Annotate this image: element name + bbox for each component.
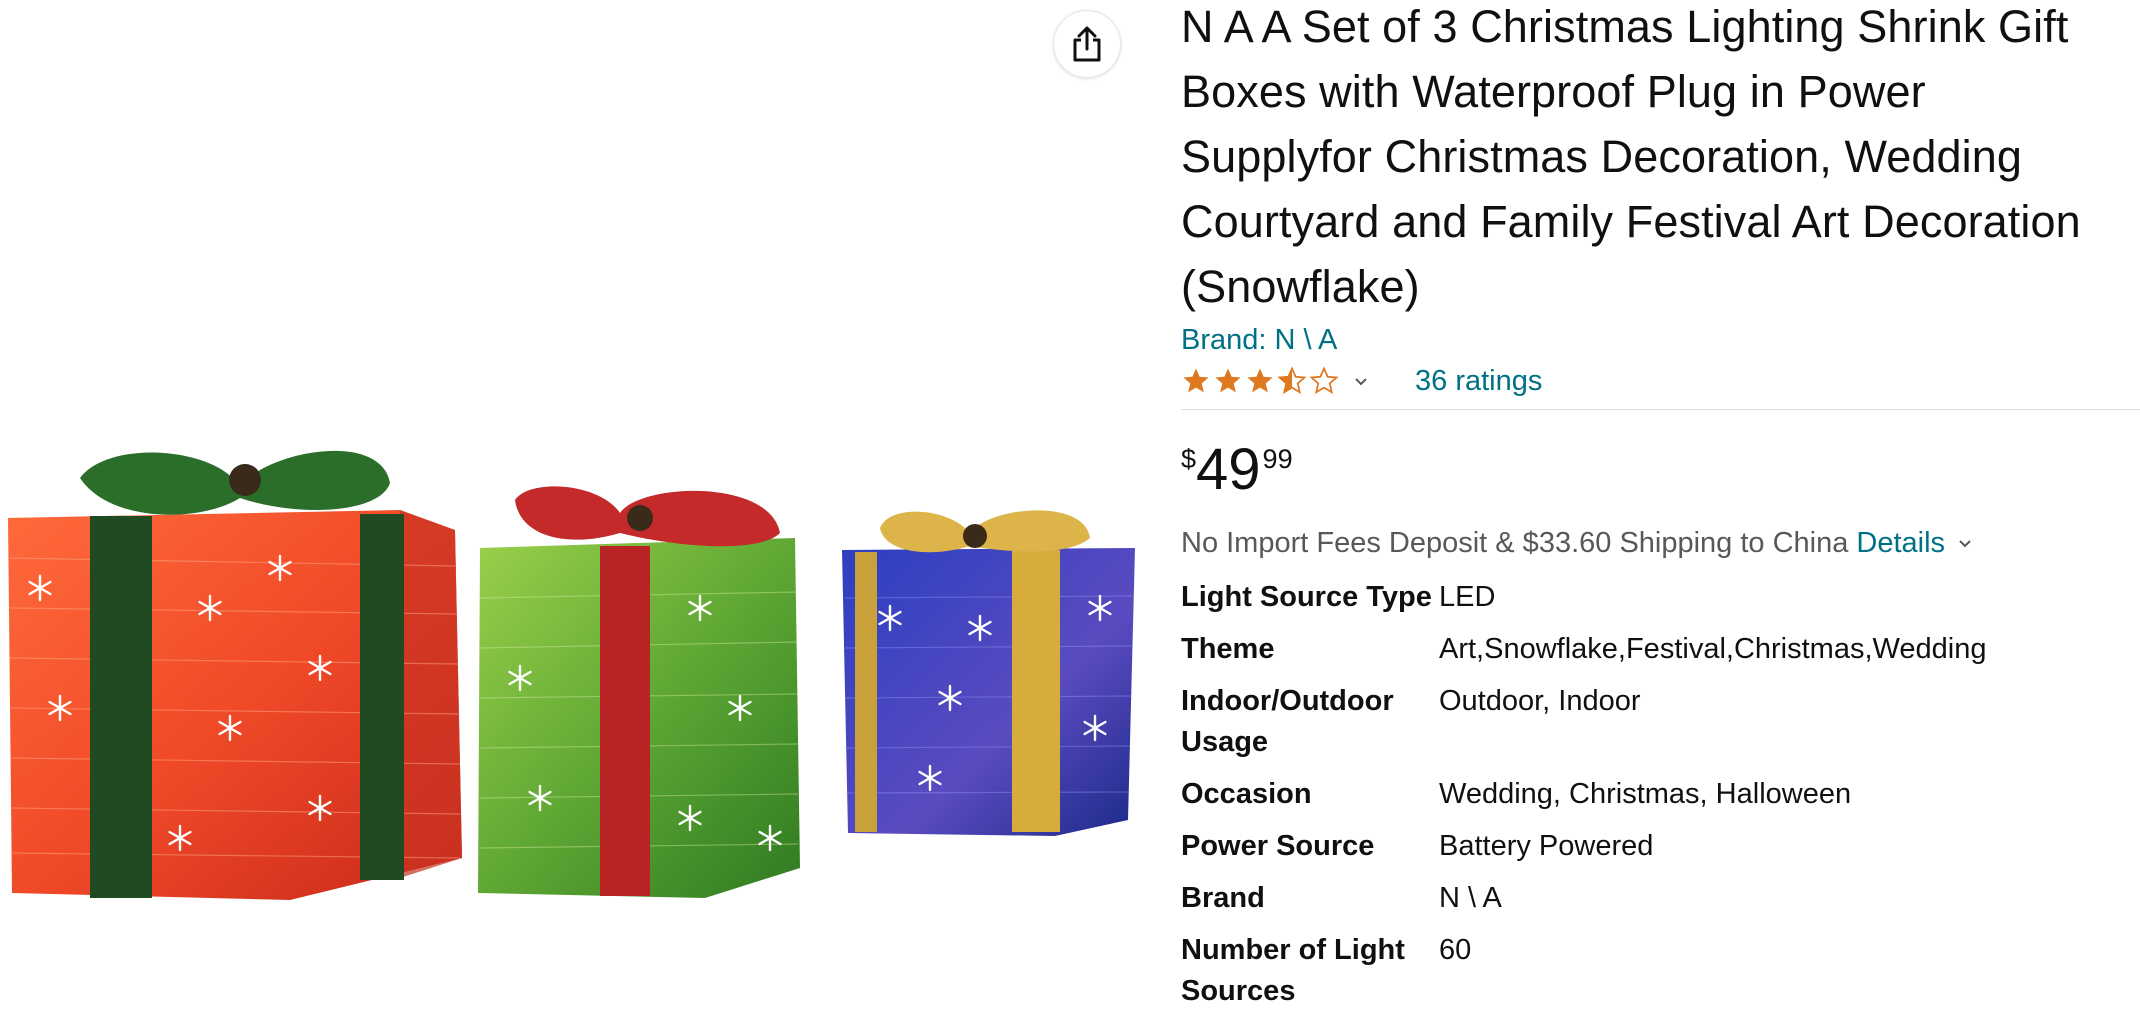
chevron-down-icon[interactable] [1353, 376, 1369, 388]
spec-label: Brand [1181, 882, 1265, 914]
spec-value: Wedding, Christmas, Halloween [1439, 778, 1852, 810]
price-fraction: 99 [1262, 444, 1293, 474]
rating-row: 36 ratings [1181, 359, 2140, 403]
spec-row: Brand N \ A [1181, 873, 1986, 925]
blue-gift-box [842, 510, 1135, 836]
spec-row: Theme Art,Snowflake,Festival,Christmas,W… [1181, 624, 1986, 676]
product-title: N A A Set of 3 Christmas Lighting Shrink… [1181, 1, 2081, 312]
spec-value: LED [1439, 581, 1496, 613]
shipping-info: No Import Fees Deposit & $33.60 Shipping… [1181, 520, 2140, 566]
price-symbol: $ [1181, 444, 1197, 474]
ratings-link[interactable]: 36 ratings [1415, 365, 1542, 398]
star-icon [1215, 368, 1241, 393]
shipping-text: No Import Fees Deposit & $33.60 Shipping… [1181, 526, 1849, 559]
spec-row: Occasion Wedding, Christmas, Halloween [1181, 769, 1986, 821]
spec-label: Indoor/Outdoor Usage [1181, 685, 1394, 758]
spec-row: Indoor/Outdoor Usage Outdoor, Indoor [1181, 676, 1986, 769]
product-image[interactable] [0, 438, 1140, 908]
product-info: N A A Set of 3 Christmas Lighting Shrink… [1181, 0, 2140, 1018]
share-icon [1073, 26, 1101, 62]
spec-label: Number of Light Sources [1181, 934, 1405, 1007]
star-icon [1247, 368, 1273, 393]
price-whole: 49 [1196, 437, 1261, 502]
spec-value: N \ A [1439, 882, 1502, 914]
image-pane [0, 0, 1150, 996]
spec-label: Occasion [1181, 778, 1312, 810]
spec-row: Light Source Type LED [1181, 572, 1986, 624]
star-half-icon [1277, 366, 1307, 395]
star-empty-icon [1309, 366, 1339, 395]
spec-label: Theme [1181, 633, 1275, 665]
spec-value: Art,Snowflake,Festival,Christmas,Wedding [1439, 633, 1987, 665]
star-icon [1183, 368, 1209, 393]
spec-value: 60 [1439, 934, 1472, 966]
share-button[interactable] [1053, 10, 1121, 78]
spec-row: Power Source Battery Powered [1181, 821, 1986, 873]
red-gift-box [8, 450, 462, 900]
price: $ 49 99 [1181, 439, 2140, 501]
spec-row: Number of Light Sources 60 [1181, 925, 1986, 1018]
brand-link[interactable]: Brand: N \ A [1181, 321, 2140, 359]
spec-value: Battery Powered [1439, 830, 1654, 862]
spec-label: Power Source [1181, 830, 1375, 862]
chevron-down-icon[interactable] [1957, 538, 1973, 550]
green-gift-box [478, 486, 800, 898]
spec-value: Outdoor, Indoor [1439, 685, 1641, 717]
product-specs-table: Light Source Type LED Theme Art,Snowflak… [1181, 572, 1986, 1018]
star-rating[interactable] [1181, 366, 1339, 396]
divider [1181, 409, 2140, 410]
shipping-details-link[interactable]: Details [1856, 527, 1945, 560]
spec-label: Light Source Type [1181, 581, 1432, 613]
